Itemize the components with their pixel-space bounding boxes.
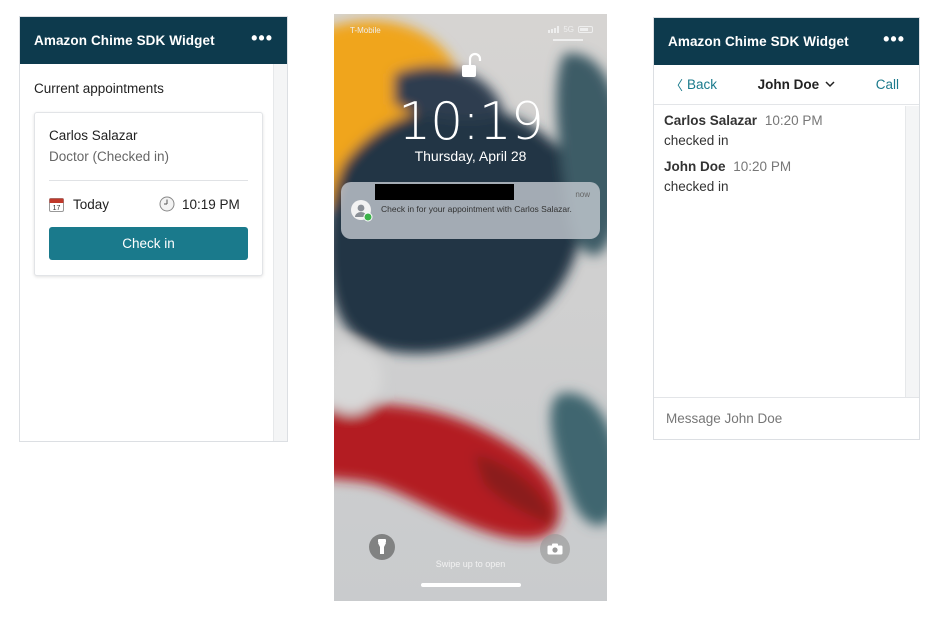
message-time: 10:20 PM: [764, 113, 823, 128]
notification[interactable]: now Check in for your appointment with C…: [341, 182, 600, 239]
lock-screen-date: Thursday, April 28: [414, 148, 527, 164]
widget-header: Amazon Chime SDK Widget •••: [654, 18, 919, 65]
check-in-button[interactable]: Check in: [49, 227, 248, 260]
camera-icon: [547, 543, 563, 555]
phone-lock-screen: T-Mobile 5G 10:19 Thursday, April 28 now…: [334, 14, 607, 601]
appointment-date: Today: [73, 197, 110, 212]
divider: [49, 180, 248, 181]
battery-icon: [578, 26, 593, 33]
user-avatar-icon: [351, 200, 373, 222]
back-button[interactable]: 〈 Back: [670, 75, 717, 94]
message-sender: John Doe: [664, 159, 726, 174]
chevron-down-icon: [825, 81, 835, 88]
message: Carlos Salazar 10:20 PM checked in: [664, 113, 823, 148]
back-label: Back: [687, 77, 718, 92]
lock-screen-time: 10:19: [398, 92, 544, 152]
svg-text:17: 17: [53, 205, 61, 212]
widget-title: Amazon Chime SDK Widget: [668, 34, 849, 49]
calendar-icon: 17: [49, 198, 64, 212]
network-label: 5G: [563, 25, 574, 34]
chat-nav-bar: 〈 Back John Doe Call: [654, 65, 919, 105]
signal-icon: [548, 26, 560, 33]
clock-icon: [159, 196, 175, 212]
scrollbar[interactable]: [905, 106, 919, 398]
carrier-label: T-Mobile: [350, 26, 381, 35]
call-button[interactable]: Call: [876, 77, 899, 92]
left-chime-widget: Amazon Chime SDK Widget ••• Current appo…: [19, 16, 288, 442]
more-options-icon[interactable]: •••: [251, 29, 273, 49]
appointment-name: Carlos Salazar: [49, 128, 138, 143]
message-time: 10:20 PM: [733, 159, 792, 174]
appointment-card: Carlos Salazar Doctor (Checked in) 17 To…: [34, 112, 263, 276]
appointment-role: Doctor (Checked in): [49, 149, 170, 164]
home-indicator[interactable]: [421, 583, 521, 587]
chevron-left-icon: 〈: [670, 78, 684, 93]
notification-text: Check in for your appointment with Carlo…: [381, 204, 572, 214]
flashlight-button[interactable]: [369, 534, 395, 560]
message-body: checked in: [664, 179, 729, 194]
status-bar: 5G: [548, 25, 593, 34]
redacted-app-name: [375, 184, 514, 200]
message-input[interactable]: [664, 410, 908, 427]
notification-time: now: [575, 190, 590, 199]
swipe-hint: Swipe up to open: [435, 559, 506, 569]
scrollbar[interactable]: [273, 64, 287, 441]
right-chime-widget: Amazon Chime SDK Widget ••• 〈 Back John …: [653, 17, 920, 440]
message-body: checked in: [664, 133, 729, 148]
contact-selector[interactable]: John Doe: [758, 77, 836, 92]
widget-header: Amazon Chime SDK Widget •••: [20, 17, 287, 64]
widget-title: Amazon Chime SDK Widget: [34, 33, 215, 48]
contact-name: John Doe: [757, 77, 820, 92]
flashlight-icon: [378, 539, 386, 554]
section-heading: Current appointments: [34, 81, 164, 96]
status-underline: [553, 39, 583, 41]
message-composer: [654, 397, 919, 439]
more-options-icon[interactable]: •••: [883, 30, 905, 50]
appointment-time: 10:19 PM: [182, 197, 240, 212]
message: John Doe 10:20 PM checked in: [664, 159, 791, 194]
unlocked-icon: [462, 52, 482, 77]
message-sender: Carlos Salazar: [664, 113, 758, 128]
